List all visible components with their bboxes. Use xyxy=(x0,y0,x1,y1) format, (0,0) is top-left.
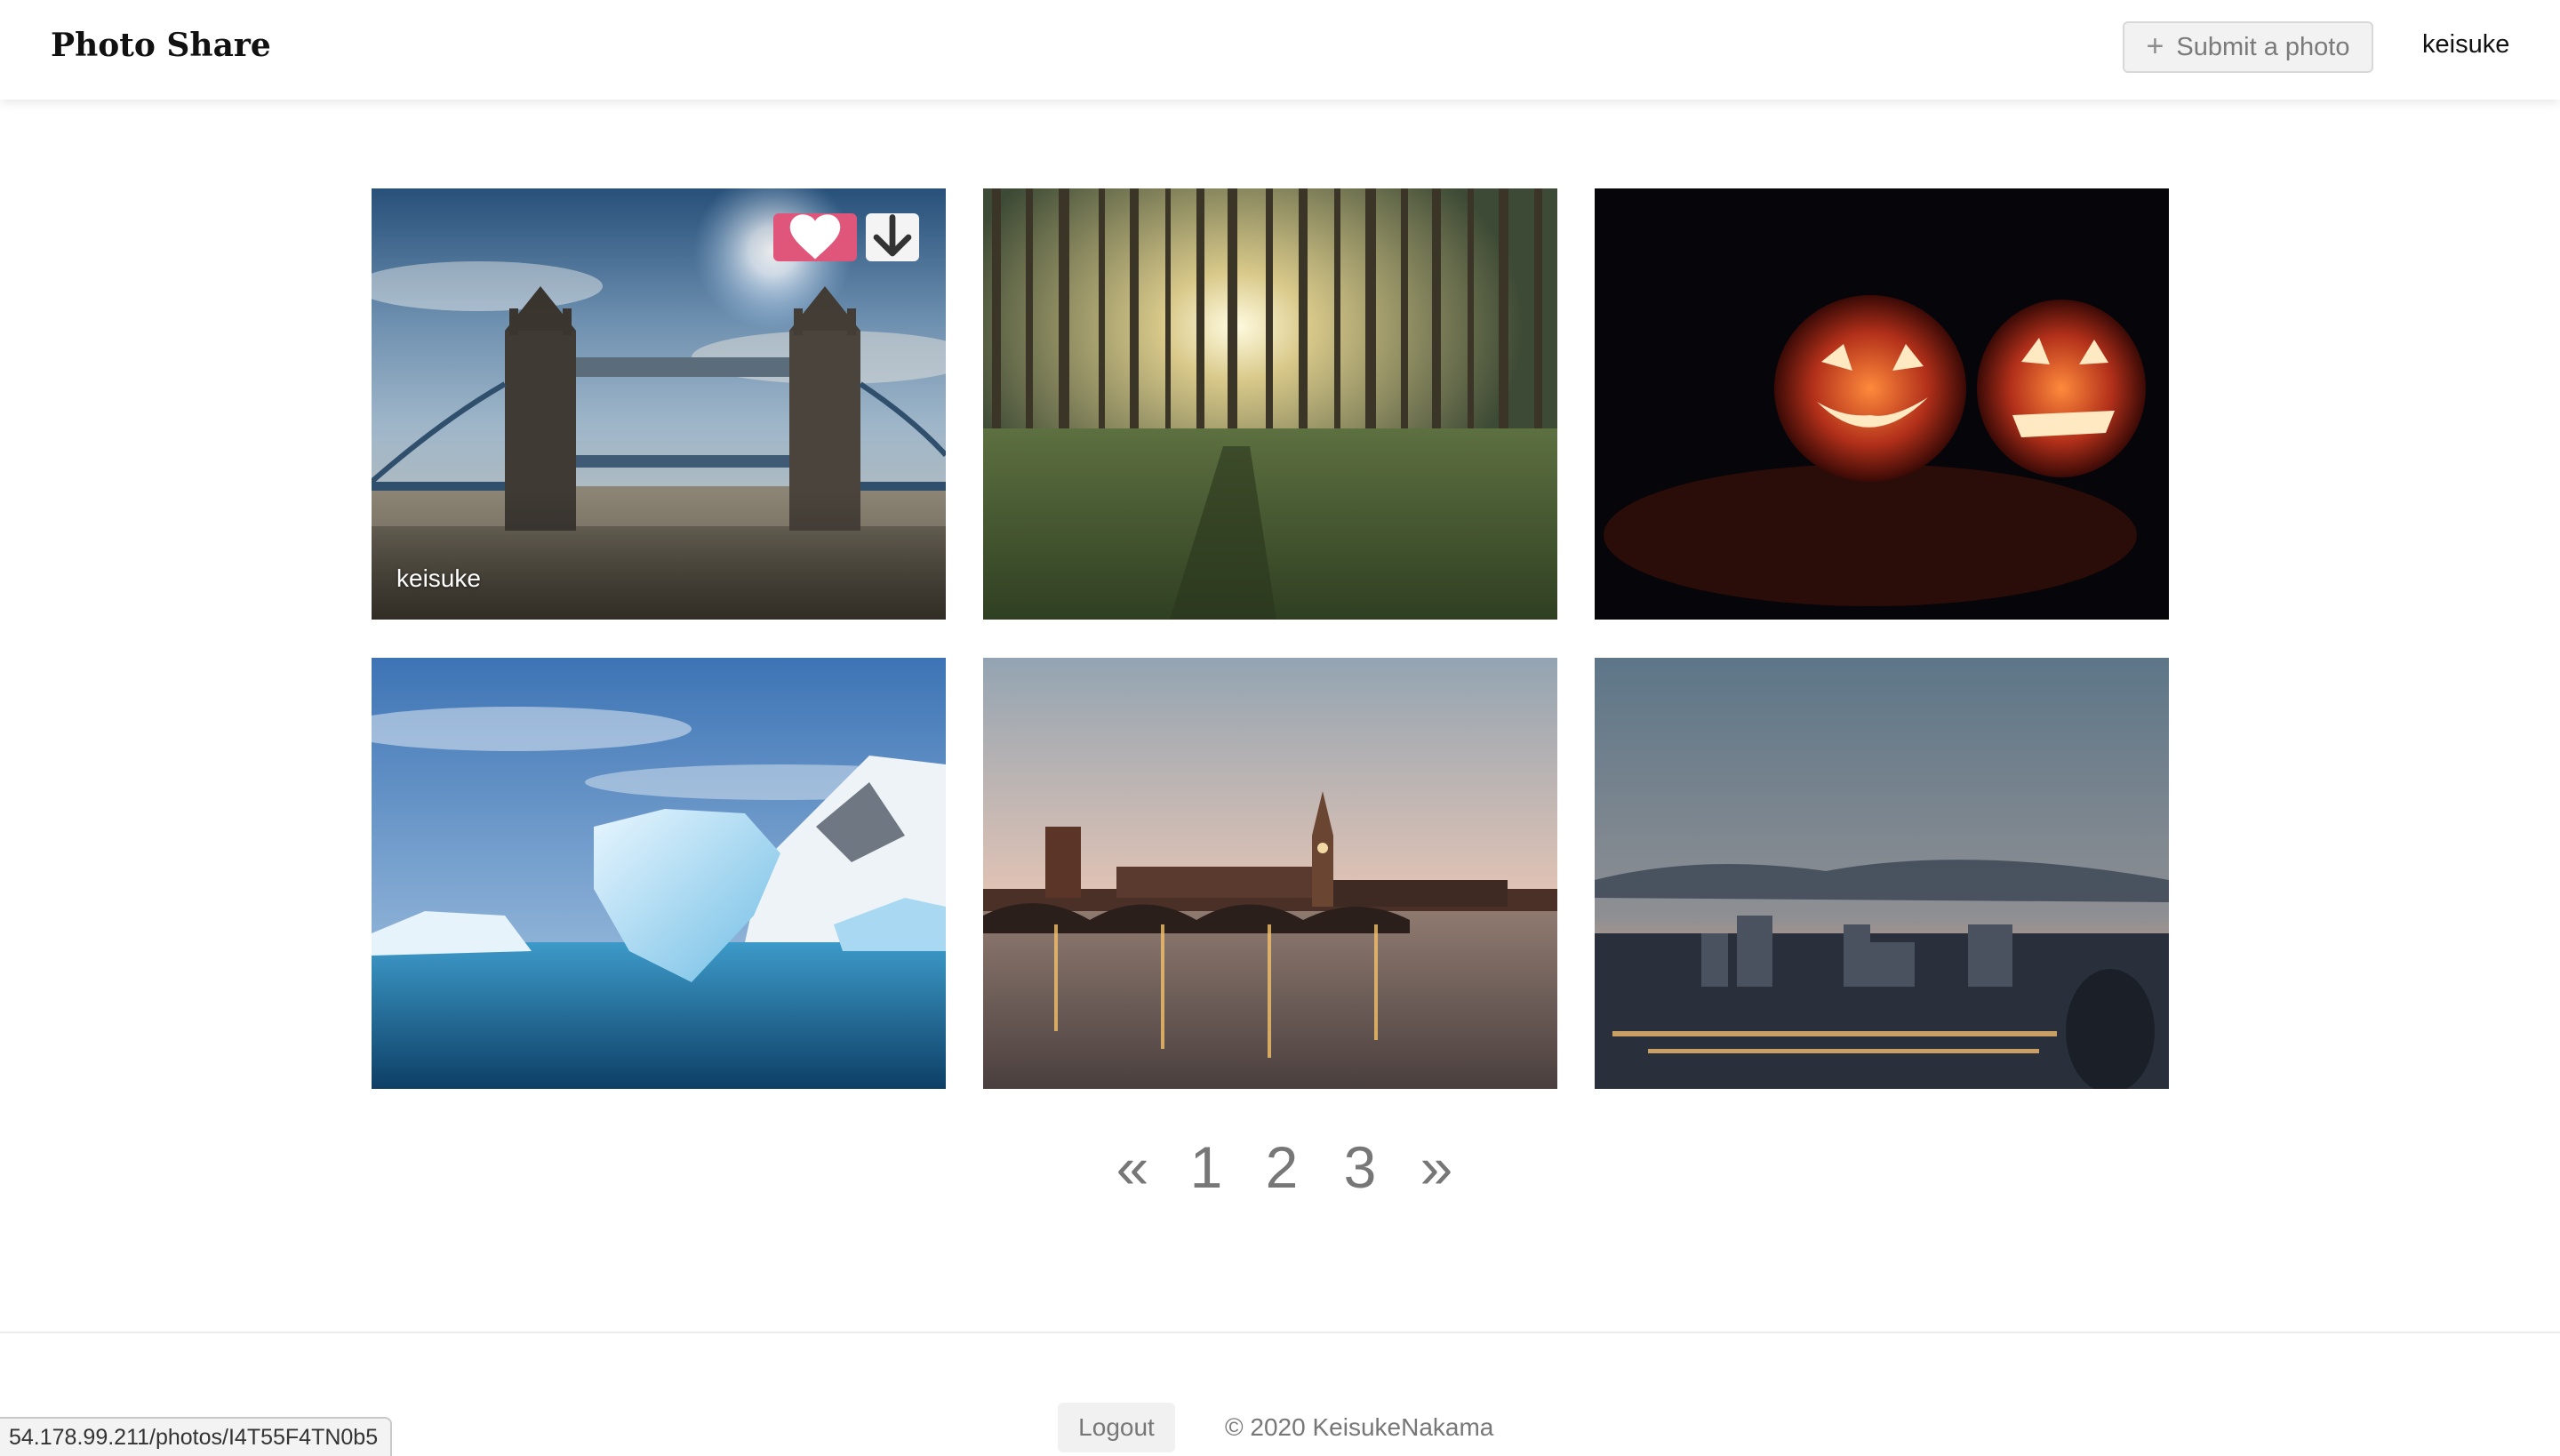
plus-icon: + xyxy=(2146,28,2164,63)
iceberg-image xyxy=(372,658,946,1089)
city-dusk-skyline-image xyxy=(1595,658,2169,1089)
pagination-page-3[interactable]: 3 xyxy=(1333,1133,1387,1201)
photo-card-tower-bridge[interactable]: 1 keisuke xyxy=(372,188,946,620)
logout-button[interactable]: Logout xyxy=(1058,1403,1175,1452)
photo-card-pumpkins[interactable] xyxy=(1595,188,2169,620)
pagination-next[interactable]: » xyxy=(1410,1133,1463,1201)
halloween-pumpkins-image xyxy=(1595,188,2169,620)
site-header: Photo Share + Submit a photo keisuke xyxy=(0,0,2560,100)
photo-card-westminster[interactable] xyxy=(983,658,1557,1089)
like-button[interactable]: 1 xyxy=(773,213,857,261)
copyright-text: © 2020 KeisukeNakama xyxy=(1225,1413,1494,1441)
pagination-prev[interactable]: « xyxy=(1106,1133,1159,1201)
forest-sunrise-image xyxy=(983,188,1557,620)
submit-photo-label: Submit a photo xyxy=(2176,32,2350,61)
browser-status-url: 54.178.99.211/photos/I4T55F4TN0b5 xyxy=(0,1417,393,1456)
pagination-page-1[interactable]: 1 xyxy=(1180,1133,1233,1201)
photo-owner-name[interactable]: keisuke xyxy=(396,564,481,593)
photo-gallery: 1 keisuke xyxy=(0,0,2560,1456)
photo-card-iceberg[interactable] xyxy=(372,658,946,1089)
photo-card-forest[interactable] xyxy=(983,188,1557,620)
user-menu-link[interactable]: keisuke xyxy=(2422,30,2509,60)
photo-card-city-dusk[interactable] xyxy=(1595,658,2169,1089)
westminster-big-ben-image xyxy=(983,658,1557,1089)
arrow-down-icon xyxy=(873,214,912,257)
heart-icon xyxy=(789,214,841,260)
pagination-page-2[interactable]: 2 xyxy=(1255,1133,1308,1201)
download-button[interactable] xyxy=(866,213,919,261)
photo-hover-overlay xyxy=(372,188,946,620)
site-brand[interactable]: Photo Share xyxy=(51,27,271,64)
submit-photo-button[interactable]: + Submit a photo xyxy=(2123,21,2373,73)
